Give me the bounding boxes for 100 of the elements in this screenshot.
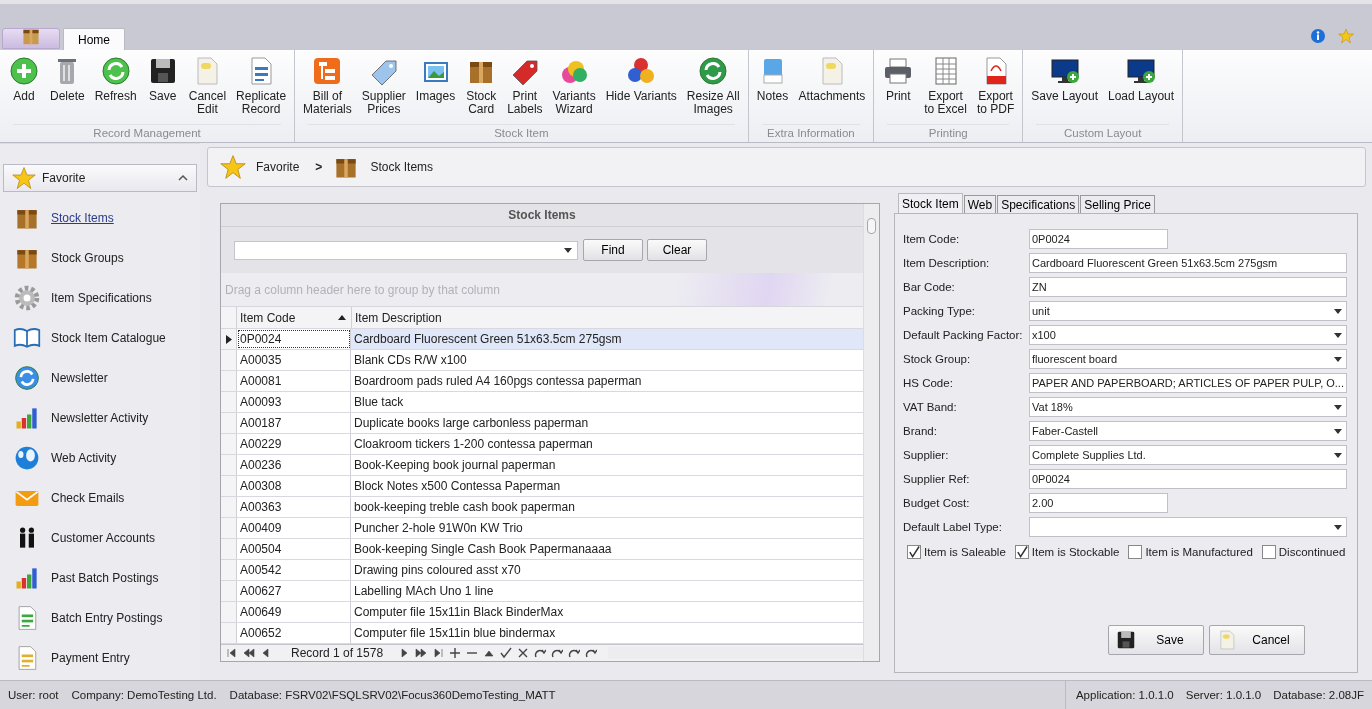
ribbon-button[interactable]: Export to Excel <box>919 55 972 124</box>
next-page-icon[interactable] <box>415 647 428 659</box>
sidebar-item[interactable]: Stock Groups <box>51 251 124 265</box>
table-row[interactable]: 0P0024 Cardboard Fluorescent Green 51x63.5cm 275gsm <box>221 329 863 350</box>
checkbox[interactable] <box>907 545 921 559</box>
table-row[interactable]: A00542 Drawing pins coloured asst x70 <box>221 560 863 581</box>
input-field[interactable]: ZN <box>1029 277 1347 297</box>
ribbon-button[interactable]: Refresh <box>89 55 142 124</box>
checkbox[interactable] <box>1128 545 1143 559</box>
vertical-scrollbar[interactable] <box>863 204 879 661</box>
sidebar-item[interactable]: Newsletter <box>51 371 108 385</box>
ribbon-button[interactable]: Resize All Images <box>681 55 745 124</box>
ribbon-button[interactable]: Replicate Record <box>231 55 292 124</box>
sidebar-group-header[interactable]: Favorite <box>3 164 197 192</box>
table-row[interactable]: A00627 Labelling MAch Uno 1 line <box>221 581 863 602</box>
table-row[interactable]: A00308 Block Notes x500 Contessa Paperman <box>221 476 863 497</box>
dropdown-arrow-icon[interactable] <box>1334 404 1342 410</box>
table-row[interactable]: A00187 Duplicate books large carbonless paperman <box>221 413 863 434</box>
ribbon-button[interactable]: Attachments <box>793 55 871 124</box>
redo-icon[interactable] <box>551 647 564 659</box>
info-icon[interactable] <box>1310 28 1326 44</box>
dropdown-field[interactable]: unit <box>1029 301 1347 321</box>
sidebar-item[interactable]: Payment Entry <box>51 651 130 665</box>
input-field[interactable]: 0P0024 <box>1029 469 1347 489</box>
checkbox[interactable] <box>1014 545 1029 559</box>
dropdown-field[interactable]: Complete Supplies Ltd. <box>1029 445 1347 465</box>
table-row[interactable]: A00409 Puncher 2-hole 91W0n KW Trio <box>221 518 863 539</box>
dropdown-field[interactable]: Vat 18% <box>1029 397 1347 417</box>
column-header[interactable]: Item Description <box>352 307 863 328</box>
table-row[interactable]: A00504 Book-keeping Single Cash Book Papermanaaaa <box>221 539 863 560</box>
ribbon-button[interactable]: Variants Wizard <box>547 55 601 124</box>
ribbon-button[interactable]: Print <box>877 55 920 124</box>
dropdown-arrow-icon[interactable] <box>1334 428 1342 434</box>
ribbon-button[interactable]: Export to PDF <box>971 55 1020 124</box>
input-field[interactable]: 0P0024 <box>1029 229 1168 249</box>
redo-icon[interactable] <box>568 647 581 659</box>
grid-button[interactable]: Find <box>583 239 643 261</box>
first-record-icon[interactable] <box>226 647 238 659</box>
table-row[interactable]: A00035 Blank CDs R/W x100 <box>221 350 863 371</box>
form-button[interactable]: Save <box>1108 625 1204 655</box>
ribbon-button[interactable]: Cancel Edit <box>183 55 232 124</box>
dropdown-arrow-icon[interactable] <box>1334 452 1342 458</box>
ribbon-button[interactable]: Notes <box>751 55 794 124</box>
scroll-thumb[interactable] <box>867 218 876 234</box>
sidebar-item[interactable]: Stock Items <box>51 211 114 225</box>
dropdown-field[interactable]: x100 <box>1029 325 1347 345</box>
dropdown-field[interactable] <box>1029 517 1347 537</box>
checkbox[interactable] <box>1261 545 1276 559</box>
table-row[interactable]: A00081 Boardroom pads ruled A4 160pgs contessa paperman <box>221 371 863 392</box>
app-menu-button[interactable] <box>2 28 60 49</box>
ribbon-button[interactable]: Delete <box>45 55 90 124</box>
add-record-icon[interactable] <box>449 647 462 659</box>
previous-page-icon[interactable] <box>243 647 255 659</box>
dropdown-arrow-icon[interactable] <box>1334 524 1342 530</box>
ribbon-button[interactable]: Add <box>3 55 45 124</box>
sidebar-item[interactable]: Past Batch Postings <box>51 571 159 585</box>
tab[interactable]: Web <box>963 195 997 213</box>
input-field[interactable]: 2.00 <box>1029 493 1168 513</box>
tab[interactable]: Specifications <box>997 195 1080 213</box>
dropdown-arrow-icon[interactable] <box>564 247 572 253</box>
column-header[interactable]: Item Code <box>237 307 352 328</box>
ribbon-button[interactable]: Images <box>410 55 461 124</box>
row-header[interactable] <box>221 329 237 349</box>
ribbon-button[interactable]: Print Labels <box>502 55 548 124</box>
tab[interactable]: Stock Item <box>898 193 963 213</box>
tab[interactable]: Selling Price <box>1080 195 1155 213</box>
ribbon-button[interactable]: Stock Card <box>460 55 503 124</box>
table-row[interactable]: A00236 Book-Keeping book journal paperman <box>221 455 863 476</box>
sidebar-item[interactable]: Web Activity <box>51 451 117 465</box>
dropdown-arrow-icon[interactable] <box>1334 332 1342 338</box>
table-row[interactable]: A00093 Blue tack <box>221 392 863 413</box>
cancel-icon[interactable] <box>517 647 530 659</box>
redo-icon[interactable] <box>534 647 547 659</box>
sidebar-item[interactable]: Newsletter Activity <box>51 411 149 425</box>
table-row[interactable]: A00363 book-keeping treble cash book paperman <box>221 497 863 518</box>
collapse-caret-icon[interactable] <box>178 174 188 182</box>
previous-record-icon[interactable] <box>260 647 272 659</box>
star-icon[interactable] <box>1338 28 1354 44</box>
dropdown-field[interactable]: PAPER AND PAPERBOARD; ARTICLES OF PAPER PULP, O... <box>1029 373 1347 393</box>
ribbon-tab[interactable]: Home <box>63 28 125 50</box>
table-row[interactable]: A00649 Computer file 15x11in Black BinderMax <box>221 602 863 623</box>
sidebar-item[interactable]: Customer Accounts <box>51 531 156 545</box>
sidebar-item[interactable]: Item Specifications <box>51 291 152 305</box>
sidebar-item[interactable]: Stock Item Catalogue <box>51 331 166 345</box>
ribbon-button[interactable]: Hide Variants <box>600 55 682 124</box>
input-field[interactable]: Cardboard Fluorescent Green 51x63.5cm 275gsm <box>1029 253 1347 273</box>
breadcrumb-item[interactable]: Favorite <box>256 160 300 174</box>
dropdown-arrow-icon[interactable] <box>1334 308 1342 314</box>
ribbon-button[interactable]: Load Layout <box>1103 55 1180 124</box>
redo-icon[interactable] <box>585 647 598 659</box>
form-button[interactable]: Cancel <box>1209 625 1305 655</box>
check-icon[interactable] <box>500 647 513 659</box>
dropdown-field[interactable]: fluorescent board <box>1029 349 1347 369</box>
last-record-icon[interactable] <box>432 647 445 659</box>
grid-button[interactable]: Clear <box>647 239 707 261</box>
ribbon-button[interactable]: Save Layout <box>1026 55 1103 124</box>
breadcrumb-item[interactable]: Stock Items <box>370 160 434 174</box>
ribbon-button[interactable]: Bill of Materials <box>298 55 357 124</box>
ribbon-button[interactable]: Save <box>141 55 184 124</box>
dropdown-arrow-icon[interactable] <box>1334 356 1342 362</box>
